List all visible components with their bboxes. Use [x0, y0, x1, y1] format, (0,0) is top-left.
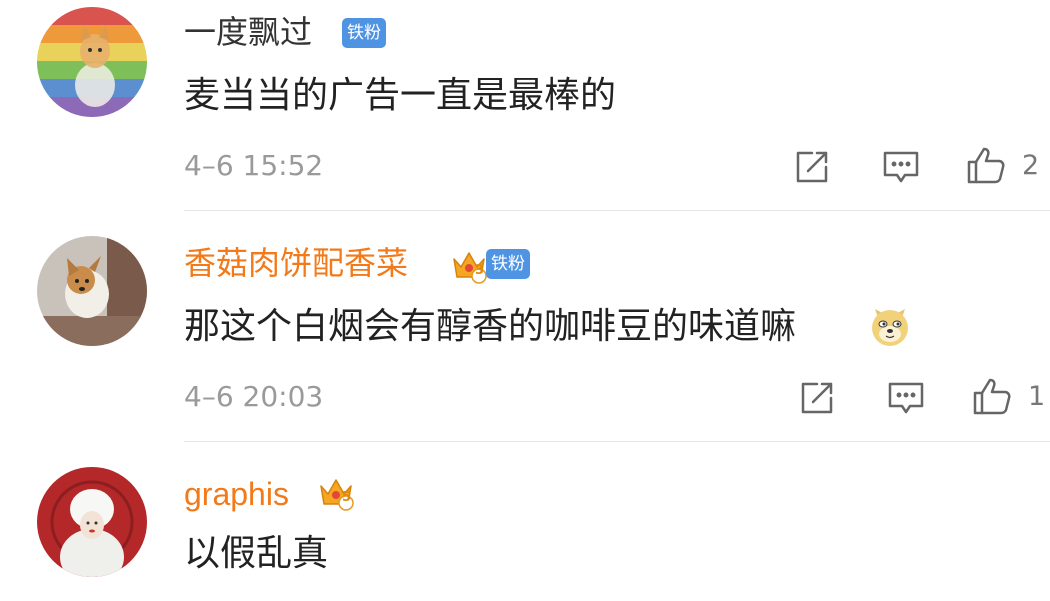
- timestamp: 4–6 20:03: [184, 380, 324, 413]
- fan-badge: 铁粉: [486, 249, 530, 279]
- comment-item: graphis 5 以假乱真: [0, 442, 1050, 601]
- comment-text: 那这个白烟会有醇香的咖啡豆的味道嘛: [184, 306, 797, 347]
- comment-icon[interactable]: [881, 147, 921, 187]
- comment-text: 以假乱真: [184, 533, 329, 574]
- username[interactable]: 一度飘过: [184, 14, 312, 50]
- like-count: 2: [1022, 150, 1040, 181]
- share-icon[interactable]: [797, 378, 837, 418]
- vip-level: 5: [342, 490, 352, 505]
- doge-emoji: [866, 301, 914, 349]
- share-icon[interactable]: [792, 147, 832, 187]
- avatar[interactable]: [37, 467, 147, 577]
- thumbs-up-icon[interactable]: [966, 145, 1006, 185]
- thumbs-up-icon[interactable]: [972, 376, 1012, 416]
- username[interactable]: 香菇肉饼配香菜: [184, 245, 408, 281]
- comment-text: 麦当当的广告一直是最棒的: [184, 75, 617, 116]
- avatar[interactable]: [37, 7, 147, 117]
- avatar[interactable]: [37, 236, 147, 346]
- like-count: 1: [1028, 381, 1046, 412]
- comment-icon[interactable]: [886, 378, 926, 418]
- comment-item: 一度飘过 铁粉 麦当当的广告一直是最棒的 4–6 15:52 2: [0, 0, 1050, 210]
- fan-badge: 铁粉: [342, 18, 386, 48]
- vip-level: 3: [475, 263, 485, 278]
- comment-item: 香菇肉饼配香菜 3 铁粉 那这个白烟会有醇香的咖啡豆的味道嘛 4–6 20:03: [0, 211, 1050, 441]
- timestamp: 4–6 15:52: [184, 149, 324, 182]
- username[interactable]: graphis: [184, 476, 289, 512]
